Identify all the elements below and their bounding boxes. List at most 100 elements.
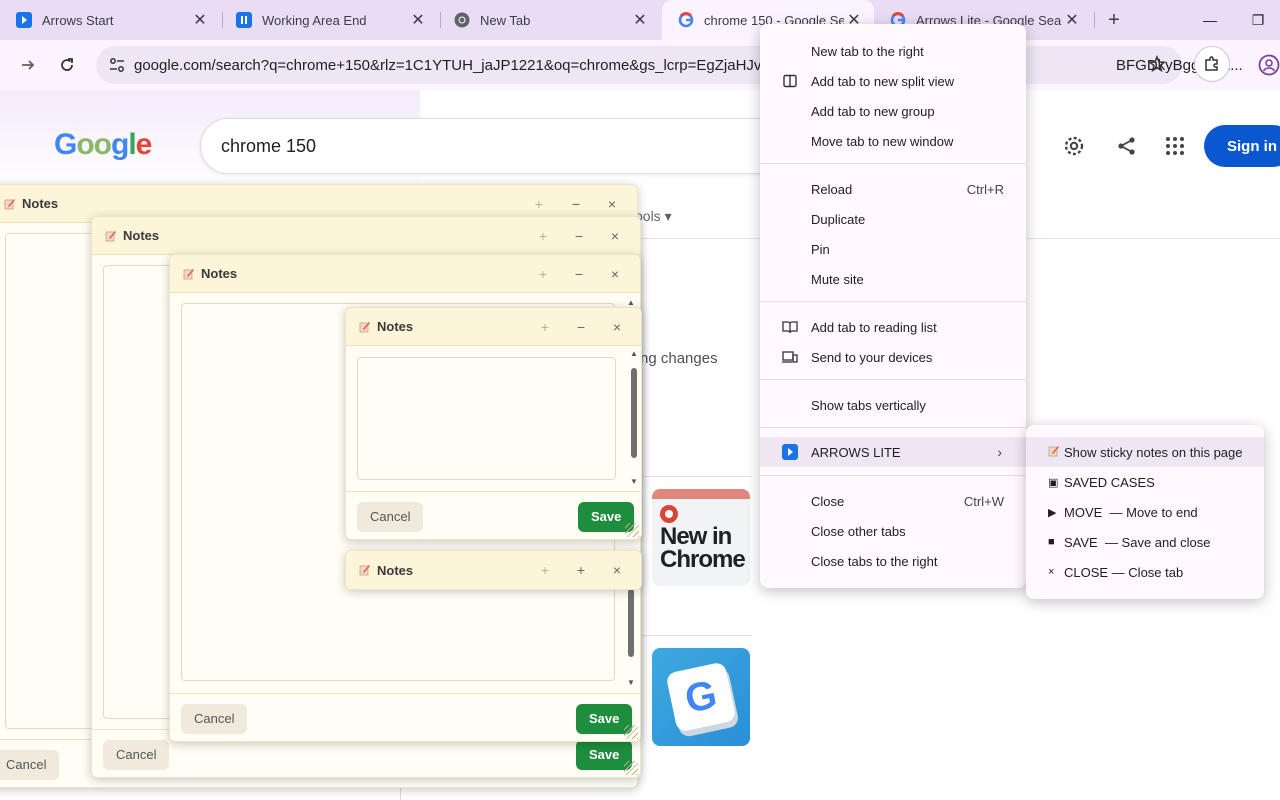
menu-item-close-right[interactable]: Close tabs to the right: [760, 546, 1026, 576]
reading-list-icon: [782, 319, 798, 335]
gear-icon[interactable]: [1062, 134, 1086, 158]
add-note-icon[interactable]: +: [531, 255, 555, 293]
tab-title: New Tab: [480, 12, 531, 28]
tab-new-tab[interactable]: New Tab ✕: [438, 0, 660, 40]
add-note-icon[interactable]: +: [531, 217, 555, 255]
cancel-button[interactable]: Cancel: [357, 502, 424, 532]
resize-handle[interactable]: [624, 761, 638, 775]
google-g-icon: G: [665, 661, 737, 733]
note-textarea[interactable]: [357, 357, 616, 480]
memo-icon: [182, 267, 196, 281]
submenu-item-save[interactable]: ■ SAVE — Save and close: [1026, 527, 1264, 557]
divider: [640, 635, 752, 636]
expand-icon[interactable]: +: [569, 551, 593, 589]
notes-header[interactable]: Notes + − ×: [170, 255, 640, 293]
tab-title: Arrows Start: [42, 12, 114, 28]
tab-working-area-end[interactable]: Working Area End ✕: [220, 0, 438, 40]
menu-item-new-group[interactable]: Add tab to new group: [760, 96, 1026, 126]
menu-item-duplicate[interactable]: Duplicate: [760, 204, 1026, 234]
scrollbar[interactable]: ▲ ▼: [629, 350, 639, 488]
notes-header[interactable]: Notes + − ×: [346, 308, 641, 346]
reload-icon[interactable]: [55, 53, 79, 77]
memo-icon: [1048, 445, 1064, 460]
close-icon: ×: [1048, 566, 1055, 578]
result-thumbnail[interactable]: G: [652, 648, 750, 746]
close-icon[interactable]: ✕: [408, 10, 428, 30]
memo-icon: [3, 197, 17, 211]
new-tab-button[interactable]: +: [1102, 8, 1126, 32]
menu-item-mute[interactable]: Mute site: [760, 264, 1026, 294]
divider: [640, 476, 752, 477]
submenu-item-saved-cases[interactable]: ▣ SAVED CASES: [1026, 467, 1264, 497]
resize-handle[interactable]: [625, 523, 639, 537]
notes-title: Notes: [377, 562, 414, 578]
puzzle-icon: [1205, 56, 1218, 71]
bookmark-star-icon[interactable]: [1146, 53, 1168, 75]
memo-icon: [104, 229, 118, 243]
apps-grid-icon[interactable]: [1163, 134, 1187, 158]
notes-window-collapsed[interactable]: Notes + + ×: [345, 550, 642, 590]
search-query: chrome 150: [221, 135, 317, 156]
add-note-icon[interactable]: +: [533, 308, 557, 346]
close-icon[interactable]: ×: [603, 217, 627, 255]
submenu-item-show-sticky-notes[interactable]: Show sticky notes on this page: [1026, 437, 1264, 467]
menu-item-split-view[interactable]: Add tab to new split view: [760, 66, 1026, 96]
menu-item-send-devices[interactable]: Send to your devices: [760, 342, 1026, 372]
resize-handle[interactable]: [624, 725, 638, 739]
arrows-pause-icon: [236, 12, 252, 28]
google-logo[interactable]: Google: [54, 128, 152, 162]
menu-item-tabs-vertically[interactable]: Show tabs vertically: [760, 390, 1026, 420]
submenu-item-close[interactable]: × CLOSE — Close tab: [1026, 557, 1264, 587]
menu-separator: [760, 427, 1026, 428]
close-icon[interactable]: ×: [603, 255, 627, 293]
result-snippet: ng changes: [640, 350, 718, 367]
cancel-button[interactable]: Cancel: [181, 704, 248, 734]
share-icon[interactable]: [1115, 134, 1139, 158]
menu-item-reload[interactable]: Reload Ctrl+R: [760, 174, 1026, 204]
memo-icon: [358, 563, 372, 577]
stop-icon: ■: [1048, 536, 1055, 548]
minimize-icon[interactable]: —: [1186, 0, 1234, 40]
result-thumbnail[interactable]: New in Chrome: [652, 489, 750, 586]
notes-header[interactable]: Notes + + ×: [346, 551, 641, 589]
memo-icon: [358, 320, 372, 334]
thumbnail-text: New in Chrome: [660, 523, 746, 573]
notes-header[interactable]: Notes + − ×: [92, 217, 640, 255]
sign-in-button[interactable]: Sign in: [1204, 125, 1280, 167]
add-note-icon[interactable]: +: [533, 551, 557, 589]
menu-item-close-other[interactable]: Close other tabs: [760, 516, 1026, 546]
close-icon[interactable]: ✕: [1062, 10, 1082, 30]
menu-item-new-tab-right[interactable]: New tab to the right: [760, 36, 1026, 66]
chrome-icon: [660, 505, 678, 523]
tab-strip: Arrows Start ✕ Working Area End ✕ New Ta…: [0, 0, 1280, 40]
notes-window[interactable]: Notes + − × ▲ ▼ Cancel Save: [345, 307, 642, 540]
split-view-icon: [782, 73, 798, 89]
menu-item-new-window[interactable]: Move tab to new window: [760, 126, 1026, 156]
close-icon[interactable]: ×: [605, 551, 629, 589]
extensions-button[interactable]: [1194, 46, 1230, 82]
close-icon[interactable]: ×: [605, 308, 629, 346]
minimize-icon[interactable]: −: [567, 255, 591, 293]
saved-cases-icon: ▣: [1048, 476, 1059, 489]
notes-title: Notes: [22, 196, 59, 211]
profile-icon[interactable]: [1258, 54, 1280, 76]
menu-item-arrows-lite[interactable]: ARROWS LITE ›: [760, 437, 1026, 467]
minimize-icon[interactable]: −: [569, 308, 593, 346]
url-text: google.com/search?q=chrome+150&rlz=1C1YT…: [134, 56, 770, 74]
cancel-button[interactable]: Cancel: [103, 740, 170, 770]
submenu-item-move[interactable]: ▶ MOVE — Move to end: [1026, 497, 1264, 527]
menu-item-close[interactable]: Close Ctrl+W: [760, 486, 1026, 516]
maximize-icon[interactable]: ❐: [1234, 0, 1280, 40]
tab-arrows-start[interactable]: Arrows Start ✕: [0, 0, 220, 40]
minimize-icon[interactable]: −: [567, 217, 591, 255]
site-settings-icon[interactable]: [108, 56, 126, 74]
close-icon[interactable]: ✕: [630, 10, 650, 30]
forward-icon[interactable]: [16, 53, 40, 77]
menu-item-reading-list[interactable]: Add tab to reading list: [760, 312, 1026, 342]
arrows-lite-icon: [782, 444, 798, 460]
menu-item-pin[interactable]: Pin: [760, 234, 1026, 264]
notes-title: Notes: [123, 228, 160, 243]
close-icon[interactable]: ✕: [190, 10, 210, 30]
google-icon: [678, 12, 694, 28]
cancel-button[interactable]: Cancel: [0, 750, 60, 780]
